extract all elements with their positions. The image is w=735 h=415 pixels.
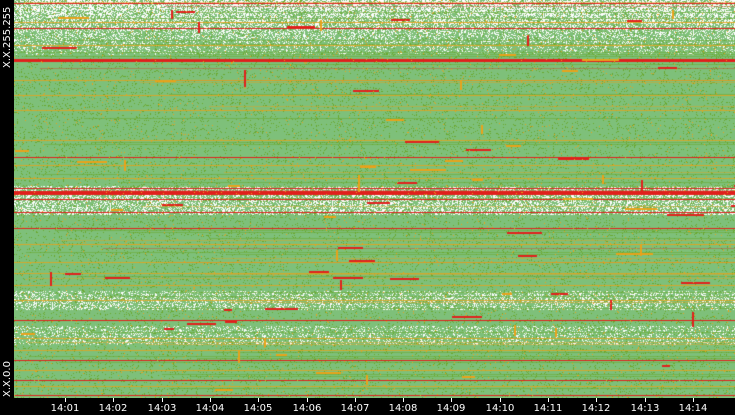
x-tick-label: 14:01 bbox=[50, 403, 80, 414]
x-tick-label: 14:05 bbox=[243, 403, 273, 414]
heatmap-plot-area bbox=[14, 0, 735, 398]
x-tick bbox=[500, 398, 501, 402]
x-tick bbox=[162, 398, 163, 402]
x-axis: 14:01 14:02 14:03 14:04 14:05 14:06 14:07 14:08… bbox=[14, 398, 735, 415]
x-tick-label: 14:12 bbox=[581, 403, 611, 414]
x-tick bbox=[113, 398, 114, 402]
x-tick bbox=[451, 398, 452, 402]
x-tick-label: 14:07 bbox=[340, 403, 370, 414]
x-tick-label: 14:04 bbox=[195, 403, 225, 414]
y-axis: X.X.255.255 X.X.0.0 bbox=[0, 0, 14, 398]
y-tick-label-bottom: X.X.0.0 bbox=[2, 361, 13, 397]
x-tick-label: 14:14 bbox=[678, 403, 708, 414]
x-tick-label: 14:10 bbox=[485, 403, 515, 414]
x-tick bbox=[596, 398, 597, 402]
x-tick bbox=[403, 398, 404, 402]
x-tick bbox=[693, 398, 694, 402]
x-tick-label: 14:08 bbox=[388, 403, 418, 414]
x-tick-label: 14:11 bbox=[533, 403, 563, 414]
x-tick-label: 14:09 bbox=[436, 403, 466, 414]
heatmap-figure: X.X.255.255 X.X.0.0 14:01 14:02 14:03 14:04… bbox=[0, 0, 735, 415]
x-tick bbox=[65, 398, 66, 402]
x-tick bbox=[548, 398, 549, 402]
y-tick-label-top: X.X.255.255 bbox=[2, 6, 13, 68]
x-tick-label: 14:13 bbox=[630, 403, 660, 414]
x-tick-label: 14:02 bbox=[98, 403, 128, 414]
x-tick bbox=[210, 398, 211, 402]
x-tick-label: 14:03 bbox=[147, 403, 177, 414]
x-tick bbox=[258, 398, 259, 402]
x-tick bbox=[355, 398, 356, 402]
x-tick-label: 14:06 bbox=[292, 403, 322, 414]
x-tick bbox=[645, 398, 646, 402]
x-tick bbox=[307, 398, 308, 402]
